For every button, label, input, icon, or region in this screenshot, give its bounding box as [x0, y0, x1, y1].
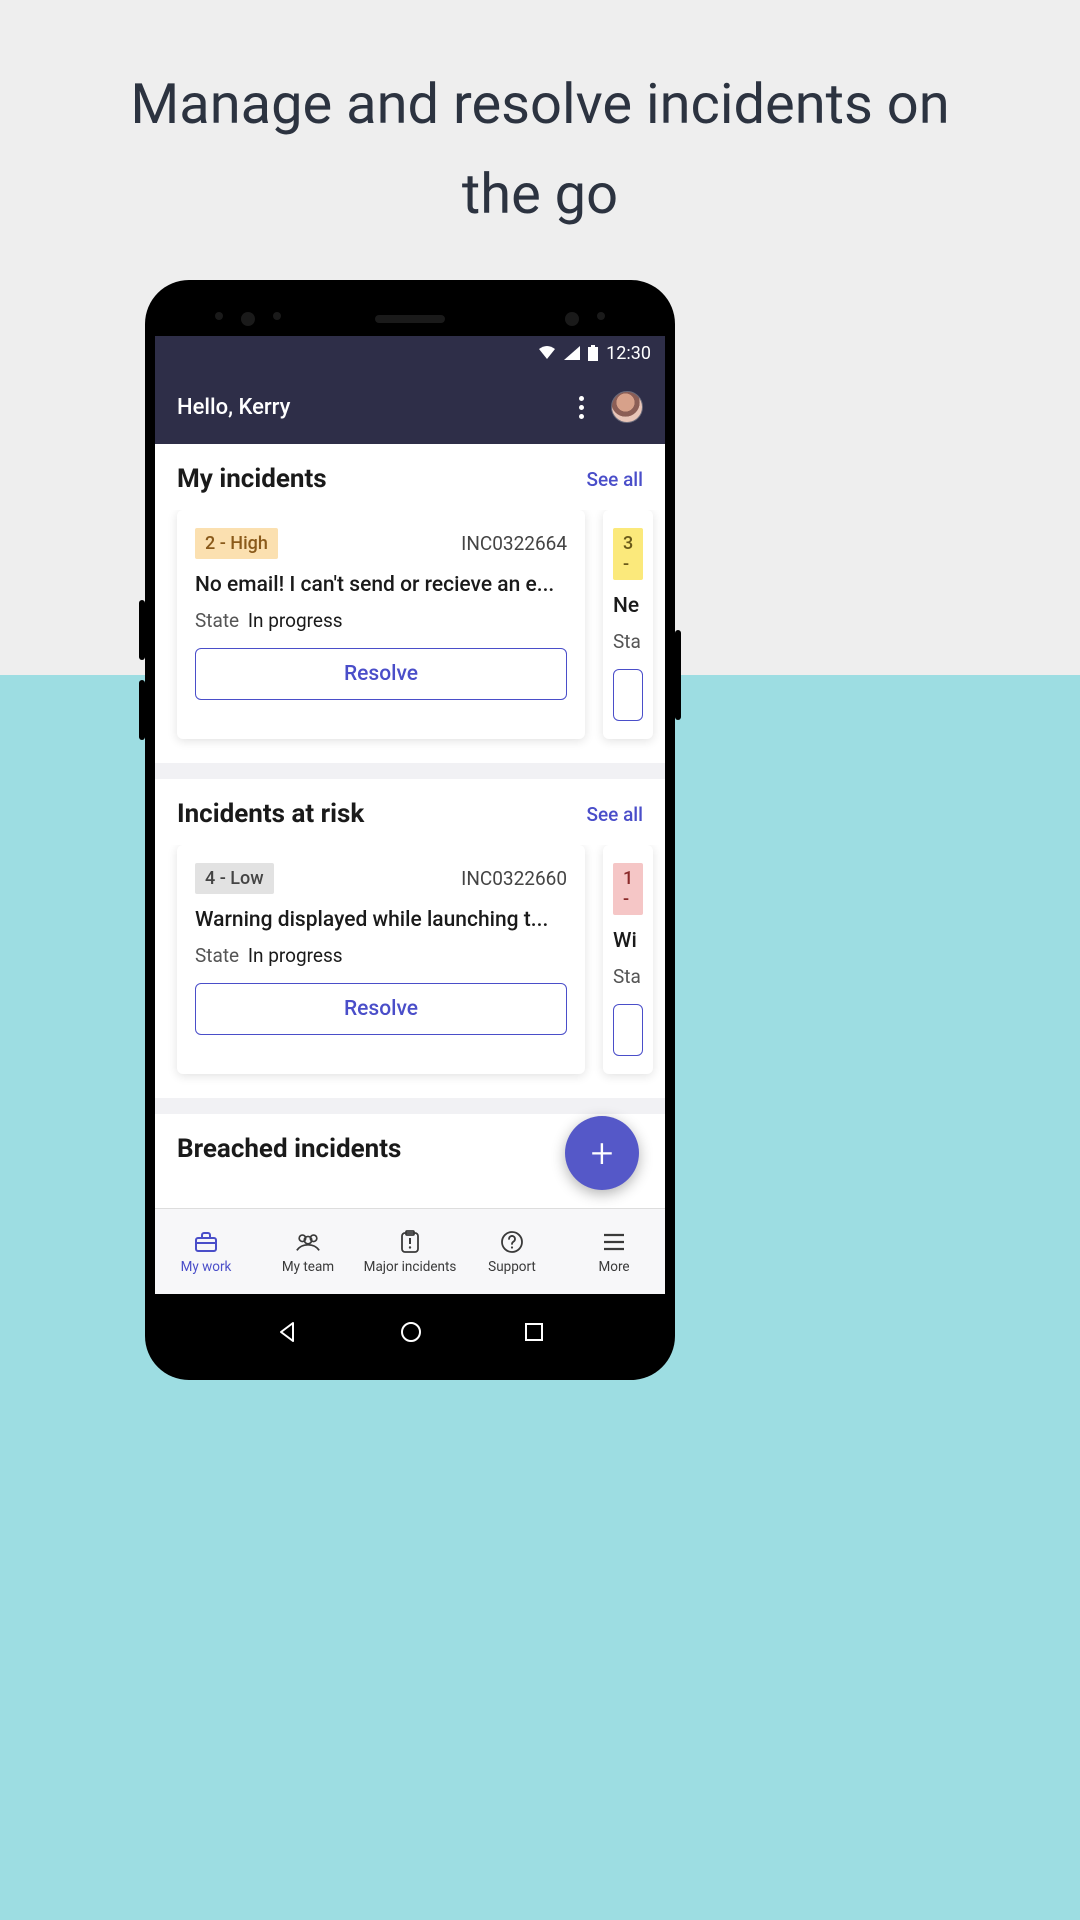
- see-all-at-risk[interactable]: See all: [586, 803, 643, 826]
- team-icon: [295, 1229, 321, 1255]
- priority-badge: 4 - Low: [195, 863, 274, 894]
- incident-card[interactable]: 2 - High INC0322664 No email! I can't se…: [177, 510, 585, 739]
- incident-state: Sta: [613, 630, 643, 653]
- see-all-my-incidents[interactable]: See all: [586, 468, 643, 491]
- nav-more[interactable]: More: [563, 1209, 665, 1294]
- alert-clipboard-icon: [397, 1229, 423, 1255]
- incident-card-partial[interactable]: 3 - Ne Sta: [603, 510, 653, 739]
- battery-icon: [588, 345, 598, 361]
- incident-state: State In progress: [195, 944, 567, 967]
- resolve-button[interactable]: Resolve: [195, 648, 567, 700]
- state-label: Sta: [613, 630, 641, 653]
- plus-icon: +: [591, 1130, 614, 1177]
- incident-state: Sta: [613, 965, 643, 988]
- main-content[interactable]: My incidents See all 2 - High INC0322664…: [155, 444, 665, 1208]
- kebab-menu-icon[interactable]: [565, 396, 597, 419]
- wifi-icon: [538, 346, 556, 360]
- resolve-button[interactable]: [613, 669, 643, 721]
- incident-card-partial[interactable]: 1 - Wi Sta: [603, 845, 653, 1074]
- nav-my-team[interactable]: My team: [257, 1209, 359, 1294]
- section-title-breached: Breached incidents: [177, 1134, 401, 1164]
- nav-support[interactable]: Support: [461, 1209, 563, 1294]
- incident-card[interactable]: 4 - Low INC0322660 Warning displayed whi…: [177, 845, 585, 1074]
- incident-id: INC0322664: [461, 532, 567, 555]
- recents-icon[interactable]: [523, 1321, 545, 1343]
- section-my-incidents: My incidents See all 2 - High INC0322664…: [155, 444, 665, 763]
- incident-title: No email! I can't send or recieve an e..…: [195, 573, 567, 597]
- back-icon[interactable]: [275, 1320, 299, 1344]
- state-value: In progress: [248, 609, 343, 632]
- phone-frame: 12:30 Hello, Kerry My incidents See all: [145, 280, 675, 1380]
- phone-inner: 12:30 Hello, Kerry My incidents See all: [155, 290, 665, 1370]
- priority-badge: 2 - High: [195, 528, 278, 559]
- nav-major-incidents[interactable]: Major incidents: [359, 1209, 461, 1294]
- nav-label: My work: [181, 1259, 232, 1275]
- nav-my-work[interactable]: My work: [155, 1209, 257, 1294]
- nav-label: More: [598, 1259, 629, 1275]
- priority-badge: 3 -: [613, 528, 643, 580]
- volume-up-button: [139, 600, 145, 660]
- state-value: In progress: [248, 944, 343, 967]
- device-screen: 12:30 Hello, Kerry My incidents See all: [155, 336, 665, 1294]
- incident-title: Wi: [613, 929, 643, 953]
- greeting-text: Hello, Kerry: [177, 395, 565, 420]
- app-bar: Hello, Kerry: [155, 370, 665, 444]
- android-status-bar: 12:30: [155, 336, 665, 370]
- nav-label: Major incidents: [364, 1259, 457, 1275]
- volume-down-button: [139, 680, 145, 740]
- avatar[interactable]: [611, 391, 643, 423]
- resolve-button[interactable]: Resolve: [195, 983, 567, 1035]
- incident-state: State In progress: [195, 609, 567, 632]
- clock-text: 12:30: [606, 343, 651, 364]
- android-soft-nav: [155, 1294, 665, 1370]
- home-icon[interactable]: [399, 1320, 423, 1344]
- incident-title: Warning displayed while launching t...: [195, 908, 567, 932]
- hamburger-icon: [601, 1229, 627, 1255]
- incident-id: INC0322660: [461, 867, 567, 890]
- cell-signal-icon: [564, 346, 580, 360]
- create-fab[interactable]: +: [565, 1116, 639, 1190]
- state-label: Sta: [613, 965, 641, 988]
- state-label: State: [195, 609, 239, 632]
- state-label: State: [195, 944, 239, 967]
- incident-title: Ne: [613, 594, 643, 618]
- briefcase-icon: [193, 1229, 219, 1255]
- power-button: [675, 630, 681, 720]
- nav-label: My team: [282, 1259, 334, 1275]
- bottom-nav: My work My team Major incidents: [155, 1208, 665, 1294]
- priority-badge: 1 -: [613, 863, 643, 915]
- section-title-my-incidents: My incidents: [177, 464, 327, 494]
- section-at-risk: Incidents at risk See all 4 - Low INC032…: [155, 779, 665, 1098]
- section-title-at-risk: Incidents at risk: [177, 799, 364, 829]
- help-circle-icon: [499, 1229, 525, 1255]
- phone-hardware-top: [155, 306, 665, 332]
- resolve-button[interactable]: [613, 1004, 643, 1056]
- nav-label: Support: [488, 1259, 536, 1275]
- promo-headline: Manage and resolve incidents on the go: [0, 60, 1080, 239]
